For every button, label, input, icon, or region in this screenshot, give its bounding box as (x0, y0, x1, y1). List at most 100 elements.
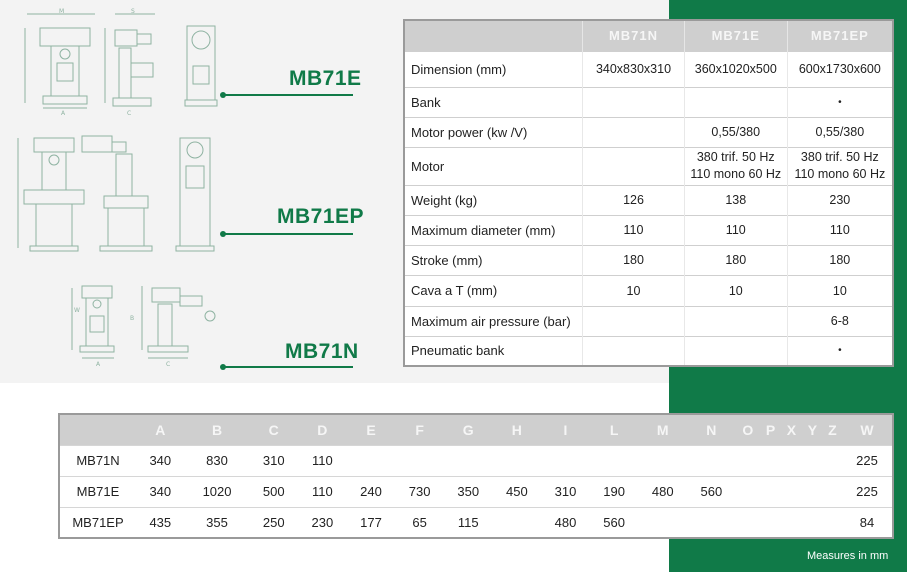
dims-header-cell: G (443, 414, 493, 445)
spec-header-mb71ep: MB71EP (786, 20, 893, 51)
spec-row: Weight (kg) 126 138 230 (404, 184, 893, 215)
svg-text:C: C (166, 361, 170, 368)
spec-cell (582, 305, 685, 336)
spec-cell-line: 380 trif. 50 Hz (696, 150, 775, 164)
spec-row-label: Motor power (kw /V) (404, 116, 583, 147)
spec-cell: 110 (683, 214, 788, 245)
dims-header-cell: L (589, 414, 639, 445)
svg-text:B: B (130, 315, 134, 322)
dims-header-cell: C (249, 414, 299, 445)
dims-cell: 830 (184, 444, 250, 476)
spec-row-label: Pneumatic bank (404, 335, 583, 366)
spec-cell (683, 86, 788, 117)
spec-row: Maximum air pressure (bar) 6-8 (404, 305, 893, 336)
measures-footnote: Measures in mm (807, 550, 889, 562)
dims-header-cell: O (735, 414, 761, 445)
spec-row-label: Weight (kg) (404, 184, 583, 215)
dims-row-model: MB71N (59, 444, 136, 476)
spec-cell: 6-8 (786, 305, 893, 336)
spec-header-mb71n: MB71N (582, 20, 685, 51)
dims-cell: 225 (842, 444, 893, 476)
svg-text:A: A (61, 110, 66, 117)
spec-cell: • (786, 86, 893, 117)
spec-header-row: MB71N MB71E MB71EP (404, 20, 893, 51)
dims-cell (541, 444, 590, 476)
dims-cell (801, 506, 823, 538)
spec-cell-line: 110 mono 60 Hz (794, 167, 886, 181)
dims-cell: 250 (249, 506, 299, 538)
spec-row: Motor 380 trif. 50 Hz 110 mono 60 Hz 380 tr… (404, 146, 893, 185)
leader-line-mb71e (220, 92, 353, 98)
spec-cell: 110 (582, 214, 685, 245)
spec-cell (582, 146, 685, 185)
model-label-mb71ep: MB71EP (277, 205, 365, 228)
svg-text:W: W (74, 307, 80, 314)
spec-row-label: Bank (404, 86, 583, 117)
dims-cell (760, 444, 781, 476)
spec-cell: 126 (582, 184, 685, 215)
spec-cell: • (786, 335, 893, 366)
spec-cell: 10 (582, 274, 685, 306)
dims-cell: 110 (298, 444, 347, 476)
spec-row-label: Dimension (mm) (404, 50, 583, 87)
spec-row-label: Cava a T (mm) (404, 274, 583, 306)
spec-row: Pneumatic bank • (404, 335, 893, 366)
dims-header-cell: A (136, 414, 185, 445)
dims-cell (822, 475, 842, 507)
dims-cell (760, 506, 781, 538)
dims-cell (735, 506, 761, 538)
spec-cell-line: 380 trif. 50 Hz (800, 150, 879, 164)
spec-cell (683, 335, 788, 366)
dims-header-cell: Y (801, 414, 823, 445)
dims-cell: 225 (842, 475, 893, 507)
spec-row: Cava a T (mm) 10 10 10 (404, 274, 893, 306)
spec-row-label: Maximum air pressure (bar) (404, 305, 583, 336)
specifications-table: MB71N MB71E MB71EP Dimension (mm) 340x830… (403, 19, 894, 367)
dims-header-cell: M (638, 414, 688, 445)
spec-row: Bank • (404, 86, 893, 117)
dims-cell (780, 506, 802, 538)
spec-cell: 340x830x310 (582, 50, 685, 87)
spec-row: Dimension (mm) 340x830x310 360x1020x500 600… (404, 50, 893, 87)
spec-header-corner (404, 20, 583, 51)
dims-header-cell: Z (822, 414, 842, 445)
spec-header-mb71e: MB71E (683, 20, 788, 51)
dims-cell: 115 (443, 506, 493, 538)
dims-cell (687, 506, 736, 538)
dims-cell (822, 444, 842, 476)
dims-cell: 355 (184, 506, 250, 538)
spec-cell: 10 (786, 274, 893, 306)
dims-cell (492, 506, 542, 538)
mb71e-technical-drawing: M S A C (24, 8, 218, 117)
spec-cell: 138 (683, 184, 788, 215)
spec-cell (582, 86, 685, 117)
dims-cell (346, 444, 396, 476)
dims-cell: 240 (346, 475, 396, 507)
spec-cell (582, 335, 685, 366)
dims-header-cell: D (298, 414, 347, 445)
spec-cell: 380 trif. 50 Hz 110 mono 60 Hz (683, 146, 788, 185)
svg-text:A: A (96, 361, 101, 368)
model-label-mb71n: MB71N (285, 340, 359, 363)
svg-text:S: S (131, 8, 135, 15)
dims-cell (443, 444, 493, 476)
dims-cell: 560 (687, 475, 736, 507)
dims-cell (780, 475, 802, 507)
dims-cell (822, 506, 842, 538)
mb71n-technical-drawing: W B A C (71, 285, 216, 368)
dims-cell: 730 (395, 475, 444, 507)
spec-cell: 0,55/380 (786, 116, 893, 147)
dimensions-table: ABCDEFGHILMNOPXYZW MB71N 340 830 310 110 225 M… (58, 413, 894, 539)
dims-cell: 340 (136, 475, 185, 507)
dims-cell (801, 475, 823, 507)
mb71ep-technical-drawing (17, 135, 215, 252)
spec-row-label: Stroke (mm) (404, 244, 583, 275)
spec-cell: 0,55/380 (683, 116, 788, 147)
dims-cell: 340 (136, 444, 185, 476)
spec-row: Motor power (kw /V) 0,55/380 0,55/380 (404, 116, 893, 147)
dims-header-corner (59, 414, 136, 445)
dims-cell: 480 (541, 506, 590, 538)
dims-cell (395, 444, 444, 476)
dims-header-cell: X (780, 414, 802, 445)
spec-row: Stroke (mm) 180 180 180 (404, 244, 893, 275)
